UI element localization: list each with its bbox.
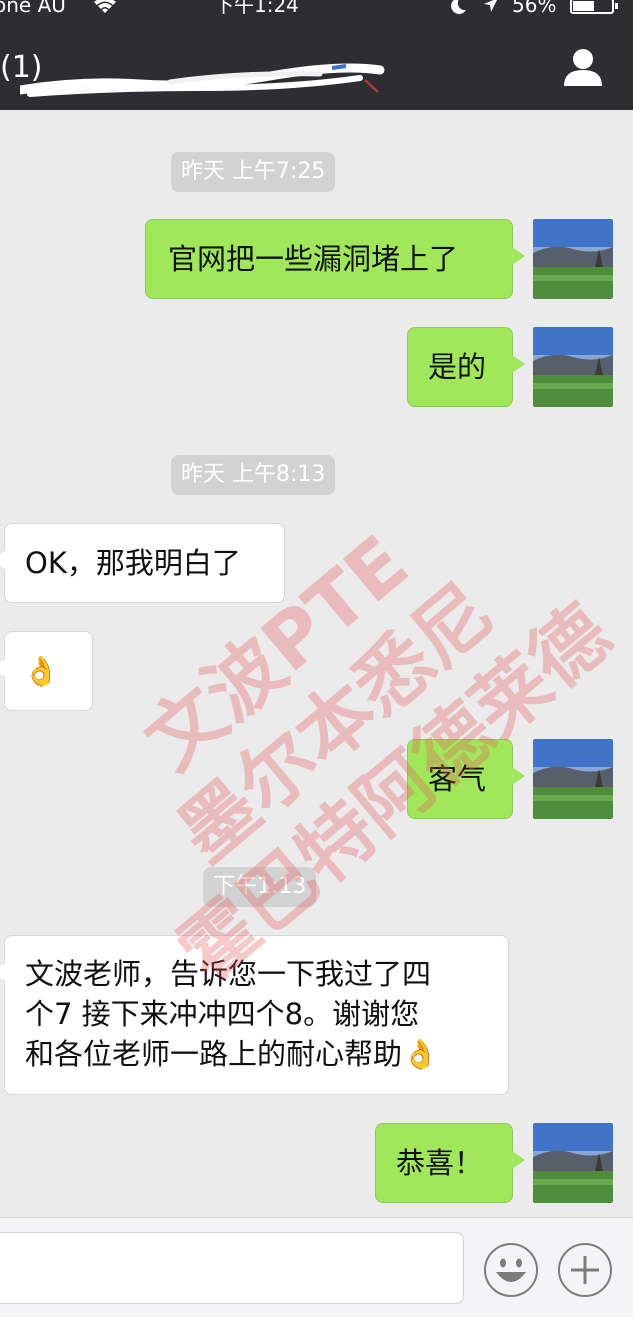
status-time: 下午1:24: [214, 0, 299, 17]
message-text: OK，那我明白了: [25, 546, 241, 580]
carrier-name: one AU: [0, 0, 66, 17]
message-text: 客气: [428, 762, 487, 796]
plus-icon[interactable]: [557, 1242, 613, 1298]
outgoing-message[interactable]: 恭喜！: [375, 1123, 525, 1203]
location-arrow-icon: [482, 0, 500, 18]
timestamp: 下午1:13: [203, 867, 317, 907]
wifi-icon: [92, 0, 118, 18]
message-text: 官网把一些漏洞堵上了: [168, 242, 459, 276]
message-input[interactable]: [0, 1232, 464, 1304]
status-bar: one AU 下午1:24 56%: [0, 0, 633, 18]
message-text-line: 个7 接下来冲冲四个8。谢谢您: [25, 997, 420, 1031]
my-avatar[interactable]: [533, 327, 613, 407]
my-avatar[interactable]: [533, 739, 613, 819]
timestamp: 昨天 上午7:25: [171, 152, 336, 192]
incoming-message[interactable]: 👌: [0, 631, 93, 711]
outgoing-message[interactable]: 是的: [407, 327, 525, 407]
incoming-message[interactable]: OK，那我明白了: [0, 523, 285, 603]
battery-percent: 56%: [512, 0, 557, 17]
message-text: 恭喜！: [396, 1146, 484, 1180]
person-icon[interactable]: [560, 44, 606, 90]
message-text-line: 文波老师，告诉您一下我过了四: [25, 957, 432, 991]
redacted-chat-title: [20, 63, 385, 97]
my-avatar[interactable]: [533, 219, 613, 299]
incoming-message[interactable]: 文波老师，告诉您一下我过了四 个7 接下来冲冲四个8。谢谢您 和各位老师一路上的…: [0, 935, 509, 1095]
smiley-icon[interactable]: [483, 1242, 539, 1298]
do-not-disturb-icon: [448, 0, 468, 18]
message-text: 是的: [428, 350, 487, 384]
chat-header: (1): [0, 18, 633, 110]
message-text-line: 和各位老师一路上的耐心帮助👌: [25, 1037, 439, 1071]
outgoing-message[interactable]: 客气: [407, 739, 525, 819]
ok-hand-emoji: 👌: [23, 654, 60, 688]
message-input-bar: [0, 1217, 633, 1317]
timestamp: 昨天 上午8:13: [171, 455, 336, 495]
outgoing-message[interactable]: 官网把一些漏洞堵上了: [145, 219, 525, 299]
my-avatar[interactable]: [533, 1123, 613, 1203]
battery-icon: [570, 0, 618, 14]
